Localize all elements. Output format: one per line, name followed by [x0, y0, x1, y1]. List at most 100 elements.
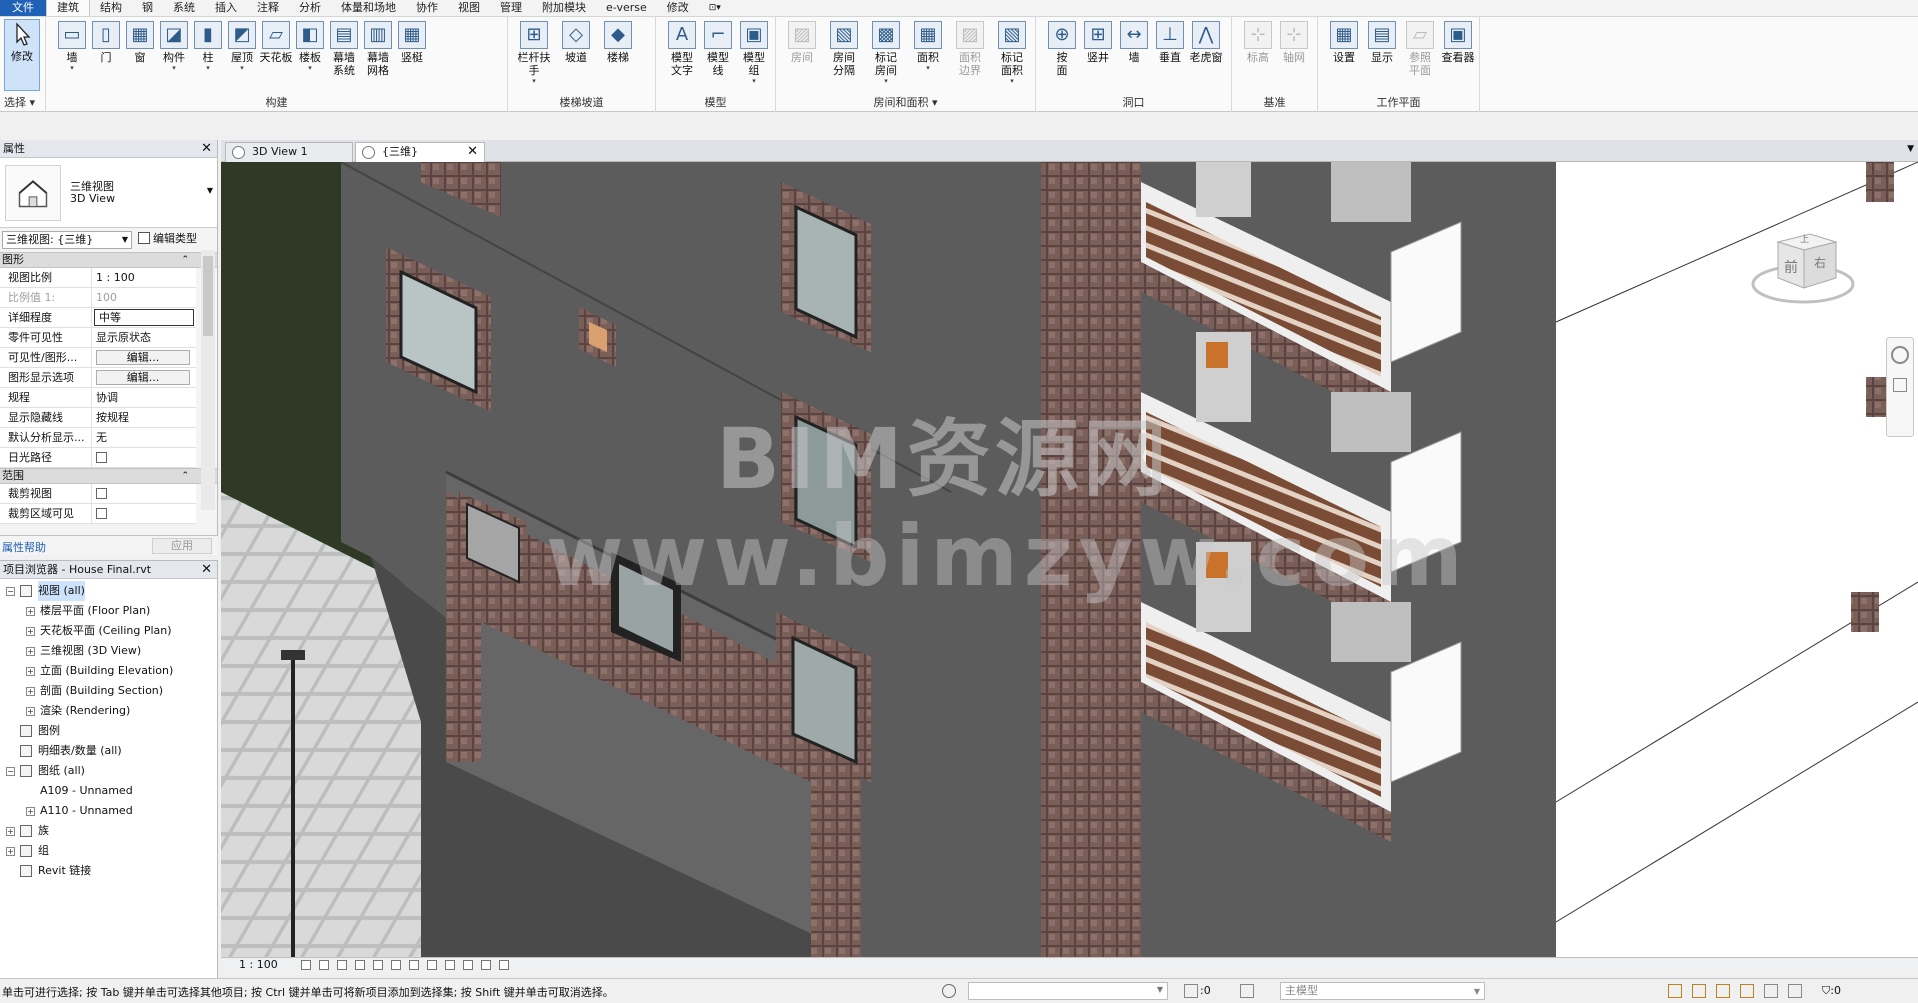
worksets-icon[interactable] — [942, 984, 956, 998]
zoom-icon[interactable] — [1893, 378, 1907, 392]
apply-button[interactable]: 应用 — [152, 538, 212, 554]
expand-icon[interactable]: + — [26, 687, 35, 696]
type-selector[interactable]: 三维视图 3D View ▼ — [0, 158, 217, 228]
menu-tab[interactable]: 插入 — [205, 0, 247, 16]
browser-node[interactable]: A109 - Unnamed — [0, 781, 217, 801]
browser-node[interactable]: + 组 — [0, 841, 217, 861]
ribbon-tool-button[interactable]: ⋀ 老虎窗 — [1186, 21, 1226, 64]
menu-tab[interactable]: 分析 — [289, 0, 331, 16]
tab-3d-default[interactable]: {三维} ✕ — [355, 142, 485, 163]
menu-tab[interactable]: 管理 — [490, 0, 532, 16]
room-panel-title[interactable]: 房间和面积 ▾ — [776, 94, 1035, 110]
edit-type-button[interactable]: 编辑类型 — [138, 231, 197, 247]
property-value[interactable]: 编辑... — [92, 368, 196, 387]
ribbon-tool-button[interactable]: ▧ 标记 面积 ▾ — [992, 21, 1032, 85]
3d-viewport[interactable]: BIM资源网 www.bimzyw.com 上 前 右 — [221, 162, 1918, 957]
expand-icon[interactable]: + — [26, 647, 35, 656]
property-value[interactable]: 显示原状态 — [92, 328, 196, 347]
expand-icon[interactable]: + — [26, 707, 35, 716]
select-by-face-icon[interactable] — [1740, 984, 1754, 998]
menu-tab[interactable]: 协作 — [406, 0, 448, 16]
property-value[interactable] — [92, 448, 196, 467]
view-cube[interactable]: 上 前 右 — [1748, 212, 1858, 312]
property-value[interactable]: 1 : 100 — [92, 268, 196, 287]
dropdown-arrow-icon[interactable]: ▾ — [908, 64, 948, 72]
ribbon-tool-button[interactable]: ▦ 竖梃 — [392, 21, 432, 64]
browser-node[interactable]: + 天花板平面 (Ceiling Plan) — [0, 621, 217, 641]
browser-node[interactable]: 明细表/数量 (all) — [0, 741, 217, 761]
dropdown-arrow-icon[interactable]: ▾ — [866, 77, 906, 85]
tab-3d-view-1[interactable]: 3D View 1 — [225, 142, 353, 162]
browser-node[interactable]: + 三维视图 (3D View) — [0, 641, 217, 661]
menu-tab[interactable]: 体量和场地 — [331, 0, 406, 16]
expand-icon[interactable]: + — [6, 847, 15, 856]
crop-view-icon[interactable] — [391, 960, 401, 970]
collapse-icon[interactable]: − — [6, 767, 15, 776]
crop-region-icon[interactable] — [409, 960, 419, 970]
view-scale[interactable]: 1 : 100 — [239, 958, 278, 971]
ribbon-tool-button[interactable]: ⊹ 轴网 — [1274, 21, 1314, 64]
tabs-menu-icon[interactable]: ▼ — [1907, 144, 1914, 154]
workset-select[interactable]: ▼ — [968, 982, 1168, 1000]
menu-tab[interactable]: 系统 — [163, 0, 205, 16]
browser-node[interactable]: + 族 — [0, 821, 217, 841]
analytical-icon[interactable] — [499, 960, 509, 970]
browser-node[interactable]: + 楼层平面 (Floor Plan) — [0, 601, 217, 621]
menu-tab[interactable]: 修改 — [657, 0, 699, 16]
steering-wheel-icon[interactable] — [1891, 346, 1909, 364]
ribbon-tool-button[interactable]: ⊞ 竖井 — [1078, 21, 1118, 64]
close-icon[interactable]: ✕ — [201, 140, 212, 157]
modify-button[interactable]: 修改 — [4, 19, 40, 91]
properties-help-link[interactable]: 属性帮助 — [2, 539, 46, 555]
view-cube-top[interactable]: 上 — [1800, 232, 1809, 245]
reveal-hidden-icon[interactable] — [463, 960, 473, 970]
expand-icon[interactable]: + — [26, 807, 35, 816]
section-extents[interactable]: 范围 ⌃ — [0, 468, 217, 484]
ribbon-tool-button[interactable]: ▧ 房间 分隔 — [824, 21, 864, 77]
select-pinned-icon[interactable] — [1716, 984, 1730, 998]
property-value[interactable] — [92, 484, 196, 503]
edit-button[interactable]: 编辑... — [96, 350, 190, 365]
ribbon-tool-button[interactable]: ▨ 面积 边界 — [950, 21, 990, 77]
property-value[interactable]: 协调 — [92, 388, 196, 407]
expand-icon[interactable]: + — [26, 667, 35, 676]
ribbon-tool-button[interactable]: ▣ 查看器 — [1438, 21, 1478, 64]
navigation-bar[interactable] — [1886, 337, 1914, 437]
property-value[interactable]: 中等 — [94, 309, 194, 326]
section-graphics[interactable]: 图形 ⌃ — [0, 252, 217, 268]
menu-tab[interactable]: 建筑 — [46, 0, 90, 16]
expand-icon[interactable]: + — [26, 627, 35, 636]
ribbon-tool-button[interactable]: ▱ 参照 平面 — [1400, 21, 1440, 77]
ribbon-tool-button[interactable]: ▨ 房间 — [782, 21, 822, 64]
detail-level-icon[interactable] — [301, 960, 311, 970]
browser-node[interactable]: + 剖面 (Building Section) — [0, 681, 217, 701]
filter-count[interactable]: ⛉:0 — [1822, 984, 1841, 998]
menu-tab[interactable]: 结构 — [90, 0, 132, 16]
select-panel-title[interactable]: 选择 ▾ — [0, 94, 45, 110]
sun-path-icon[interactable] — [337, 960, 347, 970]
menu-tab[interactable]: 注释 — [247, 0, 289, 16]
browser-node[interactable]: 图例 — [0, 721, 217, 741]
render-icon[interactable] — [373, 960, 383, 970]
ribbon-tool-button[interactable]: ⊞ 栏杆扶手 ▾ — [514, 21, 554, 85]
menu-tab[interactable]: 附加模块 — [532, 0, 596, 16]
ribbon-tool-button[interactable]: ⌐ 模型 线 — [698, 21, 738, 77]
lock-view-icon[interactable] — [427, 960, 437, 970]
ribbon-tool-button[interactable]: ⊹ 标高 — [1238, 21, 1278, 64]
view-instance-select[interactable]: 三维视图: {三维} ▼ — [2, 231, 132, 249]
browser-node[interactable]: + A110 - Unnamed — [0, 801, 217, 821]
scroll-thumb[interactable] — [203, 256, 213, 336]
menu-tab[interactable]: 视图 — [448, 0, 490, 16]
menu-tab[interactable]: 文件 — [0, 0, 46, 16]
checkbox[interactable] — [96, 488, 107, 499]
browser-node[interactable]: − 视图 (all) — [0, 581, 217, 601]
property-value[interactable]: 100 — [92, 288, 196, 307]
ribbon-tool-button[interactable]: ◆ 楼梯 — [598, 21, 638, 64]
ribbon-tool-button[interactable]: A 模型 文字 — [662, 21, 702, 77]
collapse-icon[interactable]: − — [6, 587, 15, 596]
expand-icon[interactable]: + — [26, 607, 35, 616]
property-value[interactable]: 无 — [92, 428, 196, 447]
checkbox[interactable] — [96, 452, 107, 463]
ribbon-tool-button[interactable]: ◇ 坡道 — [556, 21, 596, 64]
select-links-icon[interactable] — [1668, 984, 1682, 998]
